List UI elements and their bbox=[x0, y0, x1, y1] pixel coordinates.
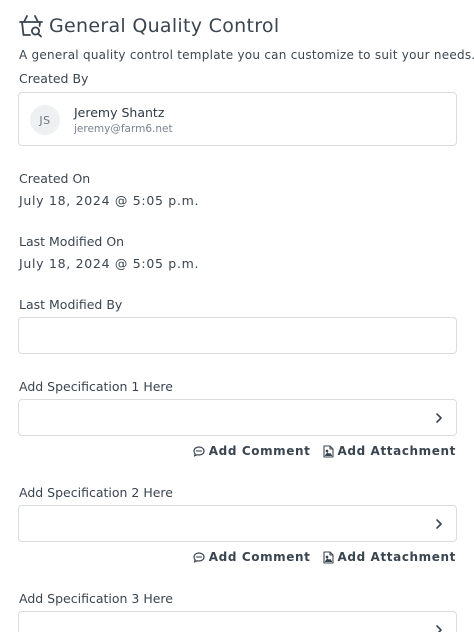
user-email: jeremy@farm6.net bbox=[74, 123, 173, 135]
last-modified-by-label: Last Modified By bbox=[19, 297, 123, 312]
specification-2-label: Add Specification 2 Here bbox=[19, 485, 173, 500]
add-comment-label: Add Comment bbox=[208, 444, 311, 458]
add-attachment-button[interactable]: Add Attachment bbox=[322, 550, 456, 564]
page-description: A general quality control template you c… bbox=[19, 48, 474, 62]
add-attachment-button[interactable]: Add Attachment bbox=[322, 444, 456, 458]
image-file-icon bbox=[322, 550, 334, 564]
avatar: JS bbox=[30, 105, 60, 135]
user-name: Jeremy Shantz bbox=[74, 105, 165, 120]
comment-icon bbox=[193, 445, 205, 457]
last-modified-on-value: July 18, 2024 @ 5:05 p.m. bbox=[19, 256, 200, 271]
page-header: General Quality Control bbox=[18, 10, 279, 42]
specification-1-field[interactable] bbox=[18, 399, 457, 436]
add-comment-button[interactable]: Add Comment bbox=[193, 550, 311, 564]
add-attachment-label: Add Attachment bbox=[337, 550, 456, 564]
chevron-right-icon bbox=[436, 413, 442, 423]
created-on-label: Created On bbox=[19, 171, 91, 186]
created-by-user-card: JS Jeremy Shantz jeremy@farm6.net bbox=[18, 92, 457, 146]
specification-3-field[interactable] bbox=[18, 611, 457, 632]
add-attachment-label: Add Attachment bbox=[337, 444, 456, 458]
chevron-right-icon bbox=[436, 625, 442, 632]
add-comment-button[interactable]: Add Comment bbox=[193, 444, 311, 458]
image-file-icon bbox=[322, 444, 334, 458]
specification-3-label: Add Specification 3 Here bbox=[19, 591, 173, 606]
page-title: General Quality Control bbox=[49, 15, 280, 37]
comment-icon bbox=[193, 551, 205, 563]
chevron-right-icon bbox=[436, 519, 442, 529]
specification-1-actions: Add Comment Add Attachment bbox=[193, 443, 456, 459]
specification-1-label: Add Specification 1 Here bbox=[19, 379, 173, 394]
last-modified-by-field bbox=[18, 317, 457, 354]
last-modified-on-label: Last Modified On bbox=[19, 234, 125, 249]
specification-2-field[interactable] bbox=[18, 505, 457, 542]
basket-search-icon bbox=[19, 15, 43, 38]
created-by-label: Created By bbox=[19, 71, 89, 86]
specification-2-actions: Add Comment Add Attachment bbox=[193, 549, 456, 565]
add-comment-label: Add Comment bbox=[208, 550, 311, 564]
created-on-value: July 18, 2024 @ 5:05 p.m. bbox=[19, 193, 200, 208]
